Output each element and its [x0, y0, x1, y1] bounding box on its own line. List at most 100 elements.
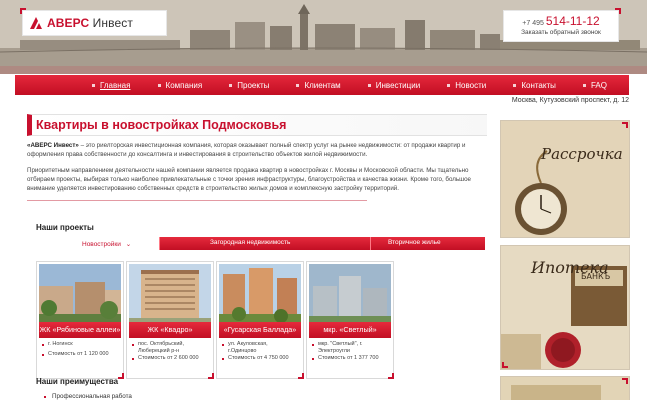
nav-item-company[interactable]: Компания — [157, 80, 203, 90]
project-address: г. Ногинск — [42, 341, 109, 348]
nav-item-projects[interactable]: Проекты — [229, 81, 269, 90]
project-address-line-2: г.Одинцово — [228, 348, 257, 354]
bank-sign: БАНКЪ — [581, 272, 611, 281]
nav-item-label: Компания — [165, 80, 203, 90]
projects-title: Наши проекты — [36, 223, 94, 232]
nav-item-label: FAQ — [590, 80, 607, 90]
project-address: пос. Октябрьский, — [132, 341, 199, 348]
project-address: ул. Акуловская, — [222, 341, 289, 348]
nav-item-investments[interactable]: Инвестиции — [367, 80, 421, 90]
nav-item-home[interactable]: Главная — [92, 81, 130, 90]
tab-country-property[interactable]: Загородная недвижимость — [210, 239, 290, 246]
intro-paragraph-2: Приоритетным направлением деятельности н… — [27, 167, 471, 192]
page-title: Квартиры в новостройках Подмосковья — [27, 114, 487, 136]
mortgage-banner[interactable]: Ипотека БАНКЪ — [500, 245, 630, 370]
project-card[interactable]: ЖК «Квадро» пос. Октябрьский, Люберецкий… — [126, 261, 214, 379]
bullet-icon — [42, 354, 44, 356]
nav-item-label: Новости — [455, 80, 487, 90]
project-price-text: Стоимость от 2 600 000 — [138, 355, 199, 361]
nav-bullet-icon — [447, 83, 451, 87]
project-card[interactable]: ЖК «Рябиновые аллеи» г. Ногинск Стоимост… — [36, 261, 124, 379]
bullet-icon — [222, 344, 224, 346]
project-photo — [219, 264, 301, 326]
project-info: пос. Октябрьский, Люберецкий р-н Стоимос… — [132, 341, 199, 362]
installment-banner-title: Рассрочка — [541, 145, 623, 163]
installment-banner[interactable]: Рассрочка — [500, 120, 630, 238]
banner-corner-decoration — [502, 362, 508, 368]
divider — [27, 200, 367, 201]
main-content: Квартиры в новостройках Подмосковья «АВЕ… — [27, 114, 487, 201]
nav-bullet-icon — [367, 83, 371, 87]
project-price-text: Стоимость от 4 750 000 — [228, 355, 289, 361]
chevron-down-icon: ⌄ — [125, 241, 132, 248]
nav-item-clients[interactable]: Клиентам — [296, 80, 341, 90]
bullet-icon — [312, 358, 314, 360]
tab-label: Новостройки — [82, 241, 121, 248]
project-price: Стоимость от 4 750 000 — [222, 355, 289, 362]
project-info: ул. Акуловская, г.Одинцово Стоимость от … — [222, 341, 289, 362]
logo-text: АВЕРС Инвест — [47, 16, 133, 30]
project-price: Стоимость от 1 120 000 — [42, 351, 109, 358]
nav-bullet-icon — [296, 83, 300, 87]
callback-link[interactable]: Заказать обратный звонок — [504, 29, 618, 36]
project-address-line-1: ул. Акуловская, — [228, 341, 268, 347]
project-address-line-2: Люберецкий р-н — [138, 348, 180, 354]
project-photo — [39, 264, 121, 326]
logo-corner-decoration — [20, 8, 26, 14]
nav-item-label: Клиентам — [304, 80, 341, 90]
nav-item-contacts[interactable]: Контакты — [513, 81, 556, 90]
bullet-icon — [42, 344, 44, 346]
intro-text: «АВЕРС Инвест» – это риелторская инвести… — [27, 141, 487, 193]
project-name: ЖК «Квадро» — [129, 322, 211, 338]
project-name: ЖК «Рябиновые аллеи» — [39, 322, 121, 338]
project-price: Стоимость от 2 600 000 — [132, 355, 199, 362]
project-photo — [129, 264, 211, 326]
logo-name: Инвест — [92, 16, 133, 30]
third-banner[interactable] — [500, 376, 630, 400]
installment-banner-image — [501, 121, 629, 237]
intro-paragraph-1: «АВЕРС Инвест» – это риелторская инвести… — [27, 141, 487, 159]
nav-item-label: Проекты — [237, 80, 270, 90]
card-corner-decoration — [118, 373, 124, 379]
card-corner-decoration — [208, 373, 214, 379]
nav-bullet-icon — [229, 83, 233, 87]
banner-corner-decoration — [622, 378, 628, 384]
project-card[interactable]: мкр. «Светлый» мкр. "Светлый", г. Электр… — [306, 261, 394, 379]
phone-box: +7 495 514-11-12 Заказать обратный звоно… — [503, 8, 621, 42]
nav-item-faq[interactable]: FAQ — [582, 80, 607, 90]
nav-item-label: Инвестиции — [375, 80, 421, 90]
project-info: мкр. "Светлый", г. Электроугли Стоимость… — [312, 341, 379, 362]
project-info: г. Ногинск Стоимость от 1 120 000 — [42, 341, 109, 358]
logo-mark-icon — [30, 17, 42, 29]
project-cards: ЖК «Рябиновые аллеи» г. Ногинск Стоимост… — [36, 261, 396, 379]
tab-new-buildings[interactable]: Новостройки ⌄ — [38, 237, 159, 250]
nav-bullet-icon — [157, 83, 161, 87]
benefit-item: Профессиональная работа — [44, 393, 132, 400]
tab-separator — [370, 237, 371, 250]
project-price-text: Стоимость от 1 377 700 — [318, 355, 379, 361]
nav-bullet-icon — [92, 83, 95, 87]
project-address-line-2: Электроугли — [318, 348, 350, 354]
phone-number[interactable]: 514-11-12 — [546, 14, 600, 28]
main-nav: Главная Компания Проекты Клиентам Инвест… — [15, 75, 629, 95]
nav-bullet-icon — [513, 83, 517, 87]
logo-brand: АВЕРС — [47, 16, 90, 30]
nav-item-label: Главная — [100, 80, 131, 90]
bullet-icon — [44, 395, 46, 398]
third-banner-image — [501, 377, 629, 400]
project-address-line-1: мкр. "Светлый", г. — [318, 341, 363, 347]
project-card[interactable]: «Гусарская Баллада» ул. Акуловская, г.Од… — [216, 261, 304, 379]
intro-paragraph-1-text: – это риелторская инвестиционная компани… — [27, 142, 466, 158]
project-name: «Гусарская Баллада» — [219, 322, 301, 338]
benefits-title: Наши преимущества — [36, 377, 119, 386]
card-corner-decoration — [388, 373, 394, 379]
project-price: Стоимость от 1 377 700 — [312, 355, 379, 362]
nav-item-label: Контакты — [521, 80, 556, 90]
nav-item-news[interactable]: Новости — [447, 81, 486, 90]
tab-separator — [159, 237, 160, 250]
project-address-line-1: пос. Октябрьский, — [138, 341, 184, 347]
intro-company-name: «АВЕРС Инвест» — [27, 142, 79, 149]
company-logo[interactable]: АВЕРС Инвест — [20, 8, 167, 36]
project-address-line-1: г. Ногинск — [48, 341, 73, 347]
tab-secondary-housing[interactable]: Вторичное жилье — [388, 239, 441, 246]
